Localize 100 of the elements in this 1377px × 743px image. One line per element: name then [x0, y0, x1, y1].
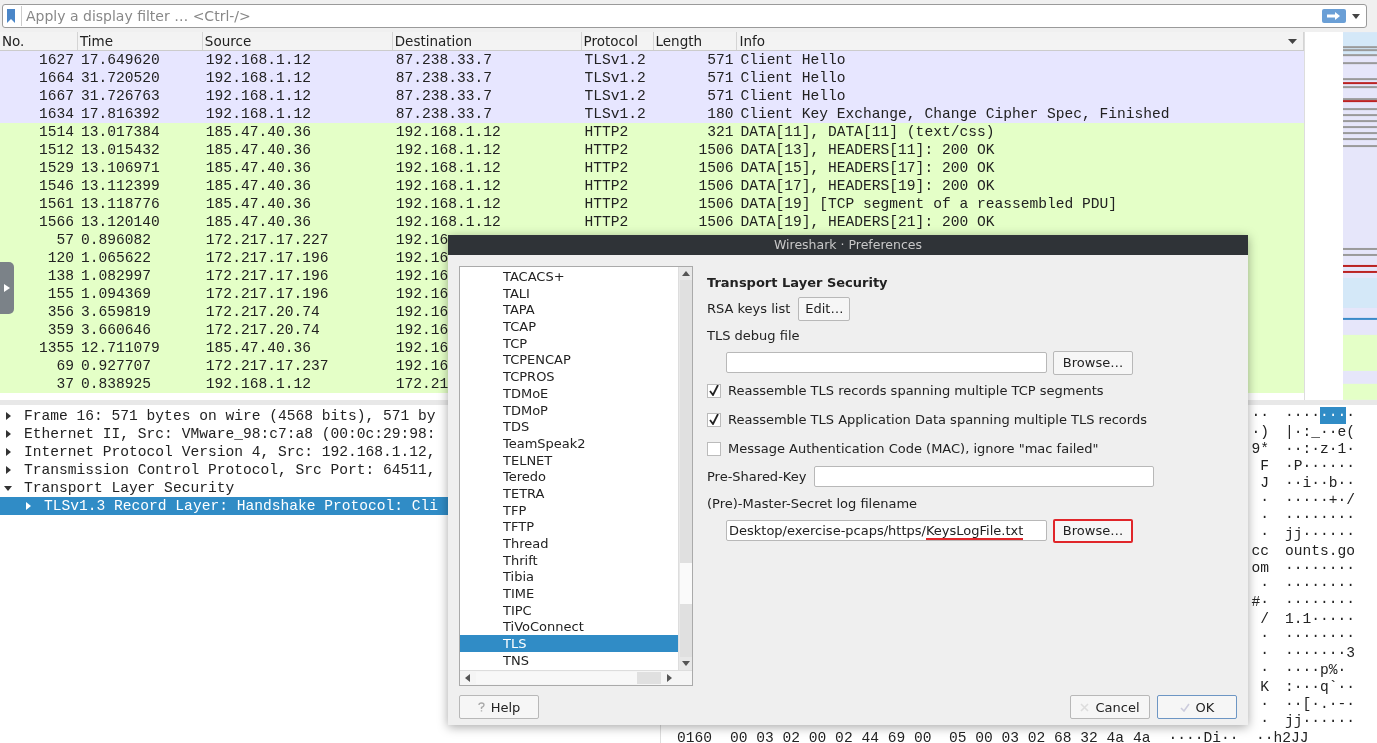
bytes-ascii-text: ········	[1285, 560, 1356, 577]
packet-cell: 185.47.40.36	[205, 214, 311, 230]
bytes-ascii-text: K	[1259, 679, 1269, 696]
packet-cell: HTTP2	[584, 124, 629, 140]
packet-cell: 180	[707, 106, 734, 122]
packet-cell: 1506	[698, 178, 734, 194]
packet-cell: DATA[13], HEADERS[11]: 200 OK	[740, 142, 995, 158]
bytes-ascii-text: ·	[1259, 696, 1269, 713]
packet-cell: 192.168.1.12	[395, 160, 501, 176]
bytes-ascii-text: ····	[1285, 407, 1321, 424]
packet-cell: TLSv1.2	[584, 70, 646, 86]
bytes-ascii-text: ··[·.·-·	[1285, 696, 1356, 713]
packet-cell: 13.017384	[80, 124, 160, 140]
packet-cell: DATA[19] [TCP segment of a reassembled PDU]	[740, 196, 1118, 212]
packet-cell: HTTP2	[584, 178, 629, 194]
field-label: Pre-Shared-Key	[707, 469, 807, 484]
bytes-ascii-text: ·	[1259, 713, 1269, 730]
packet-cell: DATA[11], DATA[11] (text/css)	[740, 124, 995, 140]
packet-cell: 1514	[38, 124, 74, 140]
bytes-ascii-text: cc	[1250, 543, 1269, 560]
bytes-offset: 0160	[677, 730, 713, 743]
selected-bytes: ···	[1320, 407, 1347, 424]
bytes-ascii-text: ·	[1259, 645, 1269, 662]
packet-cell: DATA[15], HEADERS[17]: 200 OK	[740, 160, 995, 176]
packet-cell: 192.168.1.12	[395, 124, 501, 140]
bytes-ascii-text: |·:_··e(	[1285, 424, 1356, 441]
bytes-ascii-text: ·	[1346, 407, 1356, 424]
packet-cell: 87.238.33.7	[395, 70, 493, 86]
packet-cell: 192.16	[395, 268, 449, 284]
packet-cell: 37	[56, 376, 74, 392]
packet-cell: 138	[47, 268, 74, 284]
packet-cell: 192.168.1.12	[205, 106, 311, 122]
bytes-ascii-text: jj······	[1285, 526, 1356, 543]
packet-cell: 1546	[38, 178, 74, 194]
packet-cell: 192.16	[395, 322, 449, 338]
packet-cell: TLSv1.2	[584, 106, 646, 122]
packet-cell: 172.217.20.74	[205, 322, 320, 338]
packet-cell: 0.896082	[80, 232, 151, 248]
packet-cell: 571	[707, 52, 734, 68]
packet-cell: 185.47.40.36	[205, 124, 311, 140]
packet-cell: 185.47.40.36	[205, 340, 311, 356]
packet-cell: 1.065622	[80, 250, 151, 266]
bytes-hex: 00 03 02 00 02 44 69 00 05 00 03 02 68 32 4a 4a	[730, 730, 1151, 743]
packet-cell: 87.238.33.7	[395, 52, 493, 68]
bytes-ascii-text: ········	[1285, 594, 1356, 611]
packet-cell: 1627	[38, 52, 74, 68]
packet-cell: Client Hello	[740, 70, 846, 86]
packet-cell: 172.217.17.227	[205, 232, 329, 248]
bytes-ascii-text: ·····+·/	[1285, 492, 1356, 509]
packet-cell: 192.168.1.12	[205, 88, 311, 104]
packet-cell: 359	[47, 322, 74, 338]
packet-cell: HTTP2	[584, 160, 629, 176]
packet-cell: 120	[47, 250, 74, 266]
packet-cell: 1506	[698, 214, 734, 230]
packet-cell: 185.47.40.36	[205, 178, 311, 194]
bytes-ascii-text: ········	[1285, 628, 1356, 645]
packet-cell: HTTP2	[584, 196, 629, 212]
packet-cell: DATA[17], HEADERS[19]: 200 OK	[740, 178, 995, 194]
bytes-ascii-text: ·P······	[1285, 458, 1356, 475]
packet-cell: 31.720520	[80, 70, 160, 86]
packet-cell: 571	[707, 70, 734, 86]
packet-cell: Client Hello	[740, 88, 846, 104]
packet-cell: 185.47.40.36	[205, 142, 311, 158]
bytes-ascii-text: :···q`··	[1285, 679, 1356, 696]
packet-cell: 1634	[38, 106, 74, 122]
section-title: Transport Layer Security	[707, 274, 889, 292]
packet-cell: 87.238.33.7	[395, 106, 493, 122]
packet-cell: 69	[56, 358, 74, 374]
packet-cell: 1561	[38, 196, 74, 212]
bytes-ascii-text: ··:·z·1·	[1285, 441, 1356, 458]
packet-cell: 155	[47, 286, 74, 302]
bytes-ascii-text: 1.1·····	[1285, 611, 1356, 628]
packet-cell: DATA[19], HEADERS[21]: 200 OK	[740, 214, 995, 230]
packet-cell: 192.16	[395, 340, 449, 356]
bytes-ascii-text: om	[1250, 560, 1269, 577]
packet-cell: 172.21	[395, 376, 449, 392]
bytes-ascii-text: ·	[1259, 509, 1269, 526]
bytes-ascii-text: F	[1259, 458, 1269, 475]
bytes-ascii-text: ····Di·· ··h2JJ	[1168, 730, 1309, 743]
bytes-ascii-text: ·	[1259, 662, 1269, 679]
packet-cell: HTTP2	[584, 142, 629, 158]
packet-cell: 185.47.40.36	[205, 160, 311, 176]
packet-cell: 1355	[38, 340, 74, 356]
packet-cell: 192.16	[395, 232, 449, 248]
window-title: Wireshark · Preferences	[774, 237, 922, 252]
packet-cell: 13.106971	[80, 160, 160, 176]
packet-cell: 192.168.1.12	[395, 214, 501, 230]
packet-cell: 13.112399	[80, 178, 160, 194]
packet-cell: 1512	[38, 142, 74, 158]
packet-cell: Client Key Exchange, Change Cipher Spec, Finished	[740, 106, 1170, 122]
packet-cell: 192.168.1.12	[205, 70, 311, 86]
packet-cell: 13.118776	[80, 196, 160, 212]
bytes-ascii-text: ·	[1259, 492, 1269, 509]
packet-cell: 192.16	[395, 286, 449, 302]
packet-cell: 571	[707, 88, 734, 104]
packet-cell: 1529	[38, 160, 74, 176]
packet-cell: 172.217.17.196	[205, 286, 329, 302]
bytes-ascii-text: 9*	[1250, 441, 1269, 458]
packet-cell: 1664	[38, 70, 74, 86]
packet-cell: 321	[707, 124, 734, 140]
